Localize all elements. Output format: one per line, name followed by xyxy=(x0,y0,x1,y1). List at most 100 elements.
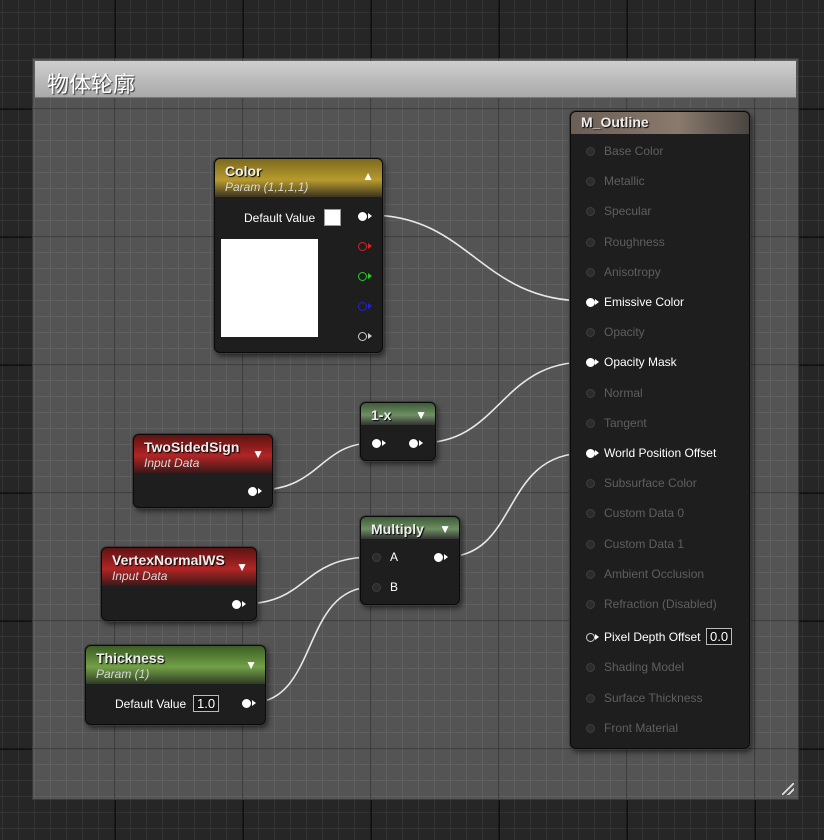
material-input-pin[interactable] xyxy=(586,298,595,307)
chevron-down-icon[interactable]: ▼ xyxy=(252,447,264,461)
node-title: VertexNormalWS xyxy=(112,552,225,568)
material-pin-label: Opacity Mask xyxy=(604,355,677,370)
material-pin-label: Tangent xyxy=(604,415,647,430)
material-pin-label: Emissive Color xyxy=(604,295,685,309)
node-title: Multiply xyxy=(371,521,424,537)
comment-title: 物体轮廓 xyxy=(47,73,136,98)
node-subtitle: Input Data xyxy=(144,456,200,470)
material-pin-label: Shading Model xyxy=(604,660,685,675)
output-pin[interactable] xyxy=(434,553,443,562)
node-header[interactable]: 1-x ▼ xyxy=(361,403,435,425)
output-pin[interactable] xyxy=(409,439,418,448)
material-pin-label: Surface Thickness xyxy=(604,690,703,705)
chevron-down-icon[interactable]: ▼ xyxy=(245,658,257,672)
arrow-icon xyxy=(595,450,599,456)
material-pin-label: Normal xyxy=(604,385,643,400)
material-pin-label: Base Color xyxy=(604,144,664,158)
node-header[interactable]: Color Param (1,1,1,1) ▲ xyxy=(215,159,382,197)
material-input-pin[interactable] xyxy=(586,693,595,703)
node-multiply[interactable]: Multiply ▼ A B xyxy=(360,516,460,605)
material-pin-label: Roughness xyxy=(604,234,665,249)
output-pin[interactable] xyxy=(248,487,257,496)
arrow-icon xyxy=(382,440,386,446)
input-pin-b[interactable] xyxy=(372,583,381,592)
material-input-pin[interactable] xyxy=(586,633,595,643)
material-input-pin[interactable] xyxy=(586,147,595,156)
output-pin[interactable] xyxy=(242,699,251,708)
arrow-icon xyxy=(368,273,372,279)
node-header[interactable]: Thickness Param (1) ▼ xyxy=(86,646,265,684)
resize-grip-icon[interactable] xyxy=(782,783,794,795)
arrow-icon xyxy=(419,440,423,446)
material-pin-label: Pixel Depth Offset xyxy=(604,630,701,645)
material-pin-label: Front Material xyxy=(604,720,679,735)
comment-header[interactable]: 物体轮廓 xyxy=(35,61,796,98)
material-input-pin[interactable] xyxy=(586,207,595,217)
material-input-pin[interactable] xyxy=(586,328,595,338)
pin-label-a: A xyxy=(390,550,399,564)
color-swatch[interactable] xyxy=(324,209,341,226)
pin-label-b: B xyxy=(390,580,399,594)
material-pin-label: Opacity xyxy=(604,325,645,340)
node-vertex-normal-ws[interactable]: VertexNormalWS Input Data ▼ xyxy=(101,547,257,621)
arrow-icon xyxy=(595,359,599,366)
material-pin-label: Custom Data 1 xyxy=(604,536,685,551)
node-title: Color xyxy=(225,163,262,179)
node-subtitle: Input Data xyxy=(112,569,168,583)
material-pin-label: Specular xyxy=(604,204,652,219)
node-header[interactable]: TwoSidedSign Input Data ▼ xyxy=(134,435,272,473)
material-input-pin[interactable] xyxy=(586,723,595,733)
node-header[interactable]: VertexNormalWS Input Data ▼ xyxy=(102,548,256,586)
material-input-pin[interactable] xyxy=(586,539,595,549)
default-value-label: Default Value xyxy=(115,697,187,711)
output-pin-g[interactable] xyxy=(358,272,367,281)
node-two-sided-sign[interactable]: TwoSidedSign Input Data ▼ xyxy=(133,434,273,508)
material-pin-label: World Position Offset xyxy=(604,446,717,460)
arrow-icon xyxy=(595,634,599,641)
material-input-pin[interactable] xyxy=(586,569,595,579)
material-pin-label: Anisotropy xyxy=(604,264,661,279)
node-title: Thickness xyxy=(96,650,165,666)
default-value-input[interactable]: 1.0 xyxy=(193,695,220,712)
material-input-pin[interactable] xyxy=(586,663,595,673)
material-input-pin[interactable] xyxy=(586,237,595,247)
node-title: TwoSidedSign xyxy=(144,439,240,455)
node-header[interactable]: M_Outline xyxy=(571,112,749,134)
material-pin-label: Ambient Occlusion xyxy=(604,566,705,581)
output-pin-r[interactable] xyxy=(358,242,367,251)
input-pin-a[interactable] xyxy=(372,553,381,562)
arrow-icon xyxy=(368,333,372,339)
output-pin[interactable] xyxy=(232,600,241,609)
material-input-pin[interactable] xyxy=(586,358,595,368)
chevron-down-icon[interactable]: ▼ xyxy=(415,408,427,422)
chevron-up-icon[interactable]: ▲ xyxy=(362,169,374,183)
chevron-down-icon[interactable]: ▼ xyxy=(439,522,451,536)
pixel-depth-offset-input[interactable]: 0.0 xyxy=(706,628,733,646)
material-input-pin[interactable] xyxy=(586,177,595,187)
material-input-pin[interactable] xyxy=(586,388,595,398)
material-pin-label: Metallic xyxy=(604,174,645,189)
material-input-pin[interactable] xyxy=(586,509,595,519)
material-input-pin[interactable] xyxy=(586,449,595,458)
node-header[interactable]: Multiply ▼ xyxy=(361,517,459,539)
chevron-down-icon[interactable]: ▼ xyxy=(236,560,248,574)
material-pin-label: Subsurface Color xyxy=(604,476,697,491)
node-one-minus[interactable]: 1-x ▼ xyxy=(360,402,436,461)
node-material-result[interactable]: M_Outline Base Color Metallic Specular Roug… xyxy=(570,111,750,749)
material-input-pin[interactable] xyxy=(586,267,595,277)
output-pin-a[interactable] xyxy=(358,332,367,341)
material-input-pin[interactable] xyxy=(586,479,595,489)
default-value-label: Default Value xyxy=(244,211,316,225)
node-color-param[interactable]: Color Param (1,1,1,1) ▲ Default Value xyxy=(214,158,383,353)
node-thickness-param[interactable]: Thickness Param (1) ▼ Default Value 1.0 xyxy=(85,645,266,725)
material-input-pin[interactable] xyxy=(586,418,595,428)
arrow-icon xyxy=(242,601,246,607)
color-preview xyxy=(221,239,318,337)
input-pin[interactable] xyxy=(372,439,381,448)
arrow-icon xyxy=(368,303,372,309)
arrow-icon xyxy=(252,700,256,706)
output-pin-rgb[interactable] xyxy=(358,212,367,221)
material-input-pin[interactable] xyxy=(586,600,595,609)
output-pin-b[interactable] xyxy=(358,302,367,311)
node-title: M_Outline xyxy=(581,114,649,130)
